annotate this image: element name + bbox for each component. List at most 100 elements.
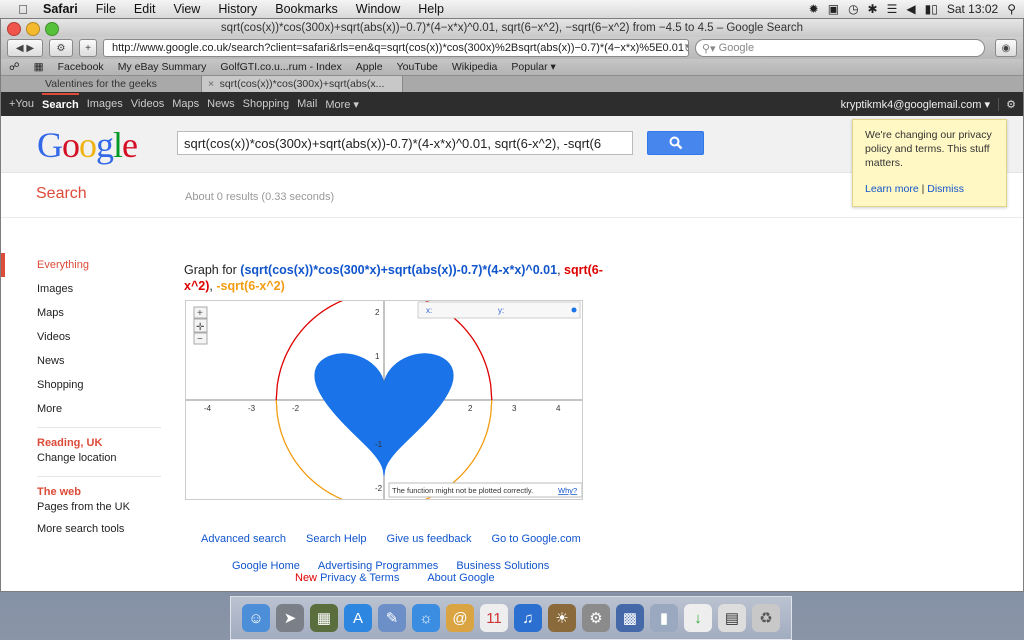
itunes-icon[interactable]: ♫ [514,604,542,632]
graph-function-1[interactable]: (sqrt(cos(x))*cos(300*x)+sqrt(abs(x))-0.… [240,263,557,277]
gbar-news[interactable]: News [207,98,235,110]
nzb-icon[interactable]: ↓ [684,604,712,632]
evernote-icon[interactable]: ✹ [809,2,819,16]
iphoto-icon[interactable]: ☀ [548,604,576,632]
bookmark-ebay[interactable]: My eBay Summary [118,61,207,73]
battery-icon[interactable]: ▮▯ [925,2,938,16]
bookmark-popular[interactable]: Popular ▾ [511,61,555,73]
address-bar[interactable]: http://www.google.co.uk/search?client=sa… [103,39,689,57]
search-help-link[interactable]: Search Help [306,533,367,545]
more-search-tools-link[interactable]: More search tools [1,521,161,537]
wifi-icon[interactable]: ☰ [887,2,898,16]
close-window-icon[interactable] [7,22,21,36]
display-icon[interactable]: ▣ [828,2,839,16]
time-machine-icon[interactable]: ◷ [848,2,858,16]
learn-more-link[interactable]: Learn more [865,183,919,195]
about-google-link[interactable]: About Google [427,572,494,584]
advanced-search-link[interactable]: Advanced search [201,533,286,545]
search-header: Google sqrt(cos(x))*cos(300x)+sqrt(abs(x… [1,116,1023,207]
search-input[interactable]: sqrt(cos(x))*cos(300x)+sqrt(abs(x))-0.7)… [177,131,633,155]
calendar-icon[interactable]: 11 [480,604,508,632]
search-button[interactable] [647,131,704,155]
bluetooth-icon[interactable]: ✱ [868,2,878,16]
bookmark-golfgti[interactable]: GolfGTI.co.u...rum - Index [220,61,341,73]
google-home-link[interactable]: Google Home [232,560,300,572]
system-preferences-icon[interactable]: ⚙ [582,604,610,632]
go-to-google-com-link[interactable]: Go to Google.com [492,533,581,545]
menu-view[interactable]: View [164,2,209,16]
change-location-link[interactable]: Change location [1,450,161,466]
nav-maps[interactable]: Maps [1,301,161,325]
gbar-videos[interactable]: Videos [131,98,164,110]
menu-window[interactable]: Window [347,2,409,16]
minimize-window-icon[interactable] [26,22,40,36]
series-selector-icon[interactable] [571,307,577,313]
tab-valentines[interactable]: Valentines for the geeks [1,76,202,92]
close-tab-icon[interactable]: × [208,76,214,92]
clock[interactable]: Sat 13:02 [947,2,998,16]
bookmark-facebook[interactable]: Facebook [58,61,104,73]
bookmark-youtube[interactable]: YouTube [397,61,438,73]
contacts-icon[interactable]: @ [446,604,474,632]
downloads-button[interactable]: ◉ [995,39,1017,57]
applications-folder-icon[interactable]: ▮ [650,604,678,632]
tab-graph-search[interactable]: × sqrt(cos(x))*cos(300x)+sqrt(abs(x... [202,76,403,92]
menu-history[interactable]: History [209,2,266,16]
gbar-search[interactable]: Search [42,93,79,115]
bookmark-apple[interactable]: Apple [356,61,383,73]
menu-bookmarks[interactable]: Bookmarks [266,2,347,16]
gear-icon[interactable]: ⚙ [998,97,1023,111]
app-store-icon[interactable]: A [344,604,372,632]
download-icon: ◉ [1001,42,1011,54]
nav-more[interactable]: More [1,397,161,421]
photos-icon[interactable]: ▩ [616,604,644,632]
plot-warning-text: The function might not be plotted correc… [392,486,533,495]
google-logo[interactable]: Google [37,124,138,166]
reload-icon[interactable]: ↻ [684,42,688,55]
nav-shopping[interactable]: Shopping [1,373,161,397]
menu-help[interactable]: Help [409,2,453,16]
account-menu[interactable]: kryptikmk4@googlemail.com ▾ [841,98,990,111]
settings-button[interactable]: ⚙ [49,39,73,57]
launchpad-icon[interactable]: ➤ [276,604,304,632]
graph-canvas[interactable]: -4 -3 -2 2 3 4 2 1 -1 -2 + ✛ − x: y: The… [186,301,582,499]
menu-app[interactable]: Safari [34,2,87,16]
safari-icon[interactable]: ☼ [412,604,440,632]
gbar-more[interactable]: More ▾ [325,98,359,111]
preview-icon[interactable]: ✎ [378,604,406,632]
browser-search-field[interactable]: ⚲▾ Google [695,39,985,57]
function-graph[interactable]: -4 -3 -2 2 3 4 2 1 -1 -2 + ✛ − x: y: The… [185,300,583,500]
nav-videos[interactable]: Videos [1,325,161,349]
gbar-shopping[interactable]: Shopping [243,98,290,110]
advertising-link[interactable]: Advertising Programmes [318,560,438,572]
graph-function-3[interactable]: -sqrt(6-x^2) [216,279,284,293]
back-forward-button[interactable]: ◀ ▶ [7,39,43,57]
business-solutions-link[interactable]: Business Solutions [456,560,549,572]
menu-file[interactable]: File [87,2,125,16]
dismiss-link[interactable]: Dismiss [927,183,964,195]
nav-images[interactable]: Images [1,277,161,301]
pages-from-uk-link[interactable]: Pages from the UK [1,499,161,515]
bookmark-wikipedia[interactable]: Wikipedia [452,61,498,73]
menu-edit[interactable]: Edit [125,2,165,16]
nav-everything[interactable]: Everything [1,253,161,277]
top-sites-icon[interactable]: ▦ [34,61,44,73]
gbar-mail[interactable]: Mail [297,98,317,110]
spotlight-icon[interactable]: ⚲ [1007,2,1016,16]
gbar-plus-you[interactable]: +You [9,98,34,110]
mission-control-icon[interactable]: ▦ [310,604,338,632]
feedback-link[interactable]: Give us feedback [387,533,472,545]
nav-news[interactable]: News [1,349,161,373]
zoom-window-icon[interactable] [45,22,59,36]
apple-icon[interactable]:  [12,2,34,17]
privacy-terms-link[interactable]: New Privacy & Terms [295,572,399,584]
gbar-images[interactable]: Images [87,98,123,110]
volume-icon[interactable]: ◀ [906,2,915,16]
documents-icon[interactable]: ▤ [718,604,746,632]
gbar-maps[interactable]: Maps [172,98,199,110]
finder-icon[interactable]: ☺ [242,604,270,632]
reading-list-icon[interactable]: ☍ [9,61,20,73]
add-bookmark-button[interactable]: + [79,39,97,57]
trash-icon[interactable]: ♻ [752,604,780,632]
why-link[interactable]: Why? [558,486,577,495]
